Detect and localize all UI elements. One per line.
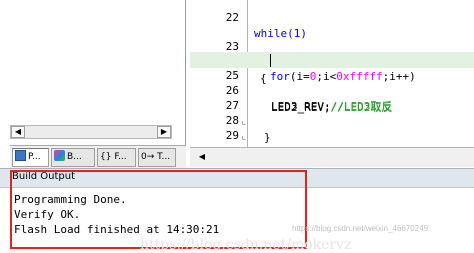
code-line-27: 27 ⌞ } — [190, 82, 474, 144]
tab-books-label: B... — [67, 152, 82, 162]
code-line-28: 28 ⌞ } — [190, 97, 474, 159]
tab-functions-label: {} F... — [100, 152, 127, 162]
watermark-small: https://blog.csdn.net/weixin_46670249 — [292, 224, 429, 233]
code-line-24: 24 for(i=0;i<0xfffff;i++) — [190, 37, 474, 83]
tab-templates[interactable]: 0→ T... — [138, 148, 176, 167]
code-line-25: 25 LED2_REV;//LED2取反 — [190, 52, 474, 114]
code-line-30: 30 — [190, 128, 474, 158]
code-line-26: 26 LED3_REV;//LED3取反 — [190, 67, 474, 113]
tab-project[interactable]: P... — [12, 148, 49, 167]
code-editor[interactable]: 22 while(1) 23 ⊟ { 24 for(i=0;i<0xfffff;… — [190, 0, 474, 159]
tab-templates-label: 0→ T... — [141, 152, 171, 162]
code-line-29: 29 /*------------------------------ — [190, 112, 474, 158]
project-icon — [15, 150, 26, 161]
watermark-large: https://blog.csdn.net/mokervz — [140, 237, 352, 253]
tab-books[interactable]: B... — [51, 148, 95, 167]
project-panel-tabs: P... B... {} F... 0→ T... — [10, 145, 186, 169]
project-horizontal-scrollbar[interactable]: ◀ ▶ — [10, 125, 172, 139]
scroll-left-arrow-icon[interactable]: ◀ — [196, 151, 208, 163]
editor-horizontal-scrollbar[interactable]: ◀ — [190, 147, 474, 167]
books-icon — [54, 150, 65, 161]
code-line-22: 22 while(1) — [190, 0, 474, 40]
tab-project-label: P... — [28, 152, 41, 162]
scroll-right-arrow-icon[interactable]: ▶ — [157, 126, 171, 138]
scroll-left-arrow-icon[interactable]: ◀ — [11, 126, 25, 138]
tab-functions[interactable]: {} F... — [97, 148, 136, 167]
text-caret — [270, 54, 271, 67]
